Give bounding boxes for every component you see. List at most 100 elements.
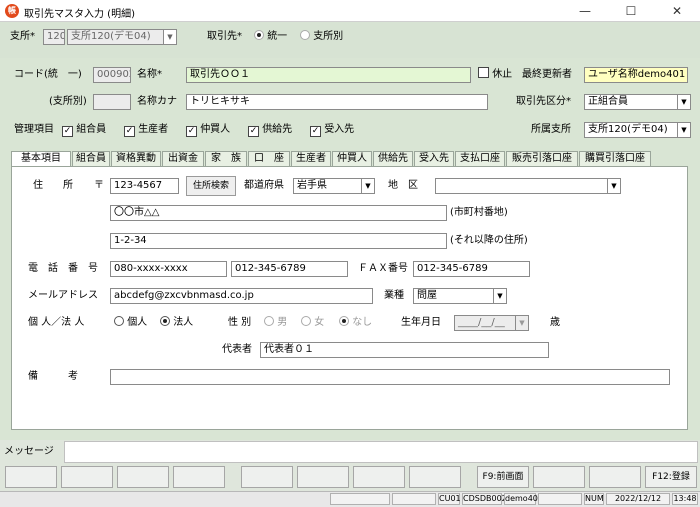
- address-label: 住 所: [33, 180, 73, 191]
- district-label: 地 区: [388, 180, 418, 191]
- radio-corporation[interactable]: 法人: [160, 315, 193, 331]
- address1-field[interactable]: 〇〇市△△: [110, 205, 447, 221]
- kana-field[interactable]: トリヒキサキ: [186, 94, 488, 110]
- torihiki-label: 取引先*: [207, 31, 242, 42]
- postal-code-field[interactable]: 123-4567: [110, 178, 179, 194]
- tab-seisansha[interactable]: 生産者: [291, 151, 331, 166]
- branch-code-field[interactable]: 120: [43, 29, 65, 45]
- fkey-5[interactable]: [241, 466, 293, 488]
- maximize-button[interactable]: ☐: [608, 0, 654, 22]
- phone2-field[interactable]: 012-345-6789: [231, 261, 348, 277]
- radio-none-label: なし: [352, 317, 373, 328]
- radio-unified[interactable]: 統一: [254, 29, 287, 45]
- checked-icon: ✓: [248, 126, 259, 137]
- mgmt-label: 管理項目: [14, 124, 54, 135]
- tab-shikaku-ido[interactable]: 資格異動: [111, 151, 161, 166]
- fkey-12-register-button[interactable]: F12:登録: [645, 466, 697, 488]
- industry-select[interactable]: 問屋 ▼: [413, 288, 507, 304]
- radio-by-branch[interactable]: 支所別: [300, 29, 343, 45]
- address1-hint: (市町村番地): [450, 207, 508, 218]
- address-search-button[interactable]: 住所検索: [186, 176, 236, 196]
- status-cell-1: [330, 493, 390, 505]
- fkey-11[interactable]: [589, 466, 641, 488]
- tab-nakagainin[interactable]: 仲買人: [332, 151, 372, 166]
- fkey-1[interactable]: [5, 466, 57, 488]
- representative-field[interactable]: 代表者０１: [260, 342, 549, 358]
- radio-male[interactable]: 男: [264, 315, 287, 331]
- branch-select-value: 支所120(デモ04): [71, 31, 151, 42]
- branch-label: 支所*: [10, 31, 35, 42]
- phone-label: 電 話 番 号: [28, 263, 98, 274]
- status-numlock: NUM: [584, 493, 604, 505]
- belong-select[interactable]: 支所120(デモ04) ▼: [584, 122, 691, 138]
- message-field: [64, 441, 698, 463]
- tab-ukeiresaki[interactable]: 受入先: [414, 151, 454, 166]
- radio-unified-label: 統一: [267, 31, 288, 42]
- fkey-3[interactable]: [117, 466, 169, 488]
- chevron-down-icon: ▼: [677, 123, 690, 137]
- category-label: 取引先区分*: [516, 96, 571, 107]
- kyushi-label: 休止: [492, 69, 513, 80]
- fkey-8[interactable]: [409, 466, 461, 488]
- mgmt-checkbox-seisansha[interactable]: ✓ 生産者: [124, 122, 168, 138]
- category-select-value: 正組合員: [588, 96, 628, 107]
- category-select[interactable]: 正組合員 ▼: [584, 94, 691, 110]
- branch-code-input[interactable]: [93, 94, 131, 110]
- radio-female-label: 女: [314, 317, 325, 328]
- address2-hint: (それ以降の住所): [450, 235, 528, 246]
- note-field[interactable]: [110, 369, 670, 385]
- fax-field[interactable]: 012-345-6789: [413, 261, 530, 277]
- mgmt-checkbox-kyokyusaki[interactable]: ✓ 供給先: [248, 122, 292, 138]
- pref-select-value: 岩手県: [297, 180, 327, 191]
- checked-icon: ✓: [310, 126, 321, 137]
- mgmt-item-label: 供給先: [262, 124, 293, 135]
- phone1-field[interactable]: 080-xxxx-xxxx: [110, 261, 227, 277]
- birth-date-field[interactable]: ____/__/__ ▼: [454, 315, 529, 331]
- tab-kumiaiin[interactable]: 組合員: [72, 151, 110, 166]
- mgmt-checkbox-nakagainin[interactable]: ✓ 仲買人: [186, 122, 230, 138]
- radio-corporation-label: 法人: [173, 317, 194, 328]
- mgmt-checkbox-kumiaiin[interactable]: ✓ 組合員: [62, 122, 106, 138]
- tab-kyokyusaki[interactable]: 供給先: [373, 151, 413, 166]
- kyushi-checkbox[interactable]: 休止: [478, 67, 512, 83]
- mgmt-item-label: 生産者: [138, 124, 169, 135]
- mgmt-checkbox-ukeiresaki[interactable]: ✓ 受入先: [310, 122, 354, 138]
- status-user-id: demo401: [504, 493, 543, 505]
- status-time: 13:48: [672, 493, 698, 505]
- name-field[interactable]: 取引先ＯＯ１: [186, 67, 471, 83]
- branch-select[interactable]: 支所120(デモ04) ▼: [67, 29, 177, 45]
- minimize-button[interactable]: —: [562, 0, 608, 22]
- tab-shiharai-koza[interactable]: 支払口座: [455, 151, 505, 166]
- window-title: 取引先マスタ入力 (明細): [24, 9, 135, 20]
- fkey-4[interactable]: [173, 466, 225, 488]
- code-field[interactable]: 000902: [93, 67, 131, 83]
- last-updater-field: ユーザ名称demo401: [584, 67, 688, 83]
- chevron-down-icon: ▼: [493, 289, 506, 303]
- radio-by-branch-label: 支所別: [313, 31, 344, 42]
- fkey-7[interactable]: [353, 466, 405, 488]
- close-button[interactable]: ✕: [654, 0, 700, 22]
- email-field[interactable]: abcdefg@zxcvbnmasd.co.jp: [110, 288, 373, 304]
- radio-icon: [301, 316, 311, 326]
- status-user-code: CU01: [438, 493, 461, 505]
- fkey-6[interactable]: [297, 466, 349, 488]
- checked-icon: ✓: [62, 126, 73, 137]
- tab-shusshikin[interactable]: 出資金: [162, 151, 204, 166]
- fkey-9-back-button[interactable]: F9:前画面: [477, 466, 529, 488]
- tab-basic[interactable]: 基本項目: [11, 151, 71, 166]
- chevron-down-icon: ▼: [361, 179, 374, 193]
- message-label: メッセージ: [4, 446, 54, 457]
- radio-none[interactable]: なし: [339, 315, 372, 331]
- fkey-2[interactable]: [61, 466, 113, 488]
- tab-kazoku[interactable]: 家 族: [205, 151, 247, 166]
- checked-icon: ✓: [124, 126, 135, 137]
- radio-female[interactable]: 女: [301, 315, 324, 331]
- tab-koza[interactable]: 口 座: [248, 151, 290, 166]
- pref-select[interactable]: 岩手県 ▼: [293, 178, 375, 194]
- tab-kobai-hikiotoshi[interactable]: 購買引落口座: [579, 151, 651, 166]
- tab-hanbai-hikiotoshi[interactable]: 販売引落口座: [506, 151, 578, 166]
- fkey-10[interactable]: [533, 466, 585, 488]
- district-select[interactable]: ▼: [435, 178, 621, 194]
- radio-individual[interactable]: 個人: [114, 315, 147, 331]
- address2-field[interactable]: 1-2-34: [110, 233, 447, 249]
